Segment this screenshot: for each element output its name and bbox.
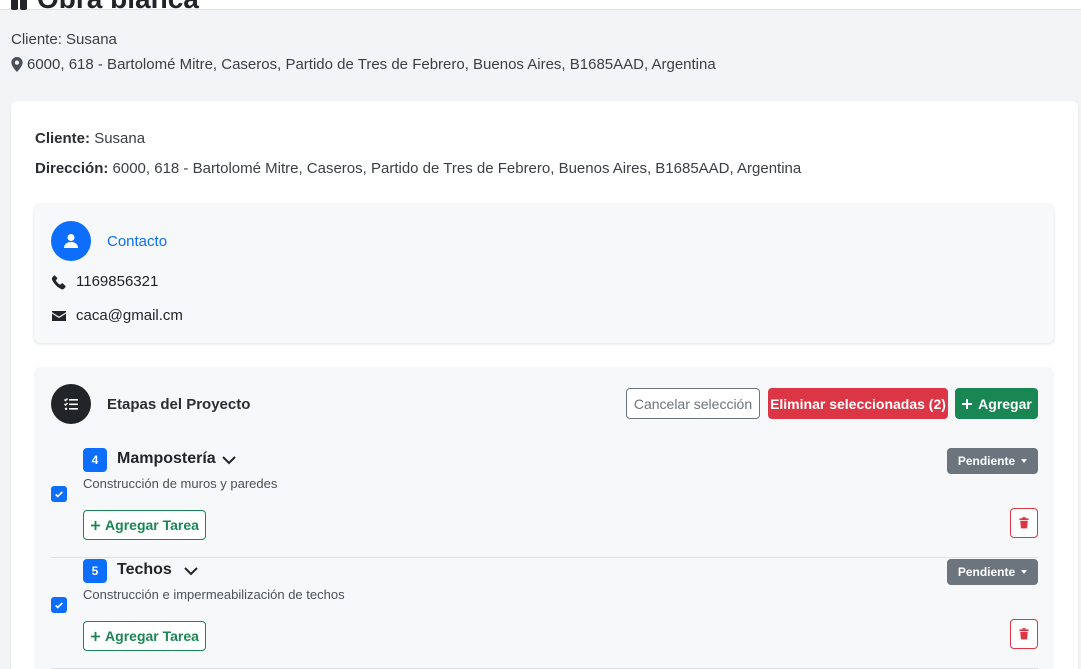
stage-description: Construcción e impermeabilización de tec… [83,587,345,602]
add-task-button[interactable]: Agregar Tarea [83,510,206,540]
check-icon [55,602,63,609]
stage-status-dropdown[interactable]: Pendiente [947,559,1038,585]
user-icon [51,221,91,261]
stage-name[interactable]: Mampostería [117,450,216,468]
add-task-label: Agregar Tarea [105,628,199,644]
header-address-text: 6000, 618 - Bartolomé Mitre, Caseros, Pa… [27,56,716,73]
stage-description: Construcción de muros y paredes [83,476,278,491]
building-icon [11,0,27,10]
delete-stage-button[interactable] [1010,619,1038,649]
stage-number-badge: 4 [83,448,107,472]
map-marker-icon [11,57,23,72]
add-stage-label: Agregar [978,395,1032,412]
chevron-down-icon[interactable] [183,563,199,579]
page-title: Obra blanca [11,0,199,12]
client-info: Cliente: Susana [35,130,145,147]
phone-icon [51,274,66,289]
stages-title: Etapas del Proyecto [107,396,251,413]
stage-status-label: Pendiente [957,565,1016,579]
caret-down-icon [1021,459,1028,463]
email-address: caca@gmail.cm [76,307,183,324]
stage-status-label: Pendiente [957,454,1016,468]
contact-card: Contacto 1169856321 caca@gmail.cm [34,204,1054,343]
check-icon [55,491,63,498]
add-task-label: Agregar Tarea [105,517,199,533]
chevron-down-icon[interactable] [221,452,237,468]
delete-selected-button[interactable]: Eliminar seleccionadas (2) [768,388,948,419]
address-info: Dirección: 6000, 618 - Bartolomé Mitre, … [35,160,801,177]
stage-item: 4 Mampostería Construcción de muros y pa… [51,448,1038,558]
phone-number: 1169856321 [76,273,159,290]
project-card: Cliente: Susana Dirección: 6000, 618 - B… [11,101,1078,669]
header-address: 6000, 618 - Bartolomé Mitre, Caseros, Pa… [11,56,716,73]
list-check-icon [51,384,91,424]
cancel-selection-button[interactable]: Cancelar selección [626,388,760,419]
contact-phone: 1169856321 [51,273,158,290]
address-value: 6000, 618 - Bartolomé Mitre, Caseros, Pa… [112,160,802,177]
stage-name[interactable]: Techos [117,561,172,579]
plus-icon [90,520,101,530]
add-task-button[interactable]: Agregar Tarea [83,621,206,651]
address-label: Dirección: [35,160,109,177]
client-value: Susana [94,130,146,147]
envelope-icon [52,310,66,321]
client-label: Cliente: [35,130,91,147]
add-stage-button[interactable]: Agregar [955,388,1038,419]
stages-card: Etapas del Proyecto Cancelar selección E… [34,367,1054,669]
stage-checkbox[interactable] [51,597,67,613]
plus-icon [90,631,101,641]
header-client: Cliente: Susana [11,31,117,48]
trash-icon [1019,517,1029,529]
page-title-text: Obra blanca [37,0,199,12]
caret-down-icon [1021,570,1028,574]
stage-divider [51,557,1038,558]
trash-icon [1019,628,1029,640]
stage-item: 5 Techos Construcción e impermeabilizaci… [51,559,1038,669]
stage-checkbox[interactable] [51,486,67,502]
contact-email: caca@gmail.cm [51,307,183,324]
stage-number-badge: 5 [83,559,107,583]
stage-status-dropdown[interactable]: Pendiente [947,448,1038,474]
contact-title: Contacto [107,233,168,250]
plus-icon [962,398,973,409]
delete-stage-button[interactable] [1010,508,1038,538]
